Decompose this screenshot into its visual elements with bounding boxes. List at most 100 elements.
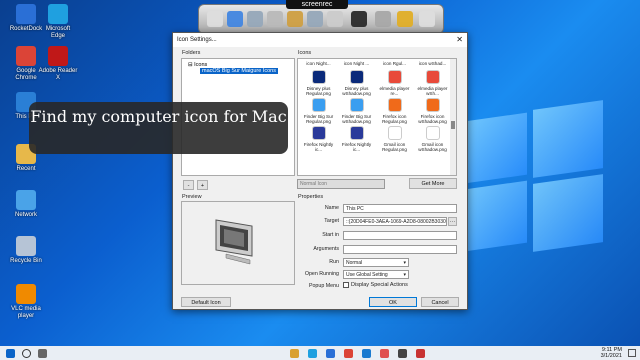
add-folder-button[interactable]: + <box>197 180 208 190</box>
arguments-label: Arguments <box>313 246 339 252</box>
user-icon[interactable] <box>375 11 391 27</box>
get-more-button[interactable]: Get More <box>409 178 457 189</box>
icon-file-label: Firefox Nightly ic... <box>341 142 372 153</box>
run-select[interactable]: Normal ▾ <box>343 258 409 267</box>
scrollbar-thumb[interactable] <box>451 121 455 129</box>
arguments-input[interactable] <box>343 245 457 254</box>
app-icon-thumbnail <box>349 98 364 112</box>
desktop-icon-label: Recent <box>16 166 36 172</box>
default-icon-button[interactable]: Default Icon <box>181 297 231 307</box>
file-explorer-icon[interactable] <box>290 349 299 358</box>
folder-icon[interactable] <box>287 11 303 27</box>
icon-file-label: icon wShad... <box>418 61 447 66</box>
desktop-icon[interactable]: Recycle Bin <box>6 236 46 265</box>
app-icon[interactable] <box>416 349 425 358</box>
icon-file-label: icon Rgul... <box>383 61 406 66</box>
app-icon-thumbnail <box>387 70 402 84</box>
app-icon-thumbnail <box>349 126 364 140</box>
open-running-select[interactable]: Use Global Setting ▾ <box>343 270 409 279</box>
name-label: Name <box>324 205 339 211</box>
ok-button[interactable]: OK <box>369 297 417 307</box>
folder-icon[interactable] <box>267 11 283 27</box>
icon-list-item[interactable]: icon Night ... <box>338 61 375 66</box>
icon-list-item[interactable]: Finder Big Sur Regular.png <box>300 97 337 125</box>
app-icon[interactable] <box>380 349 389 358</box>
icon-list-item[interactable]: Disney plus wShadow.png <box>338 69 375 97</box>
taskbar: 9:11 PM 3/1/2021 <box>0 346 640 360</box>
app-icon-thumbnail <box>387 126 402 140</box>
desktop-icon[interactable]: Network <box>6 190 46 219</box>
app-icon-thumbnail <box>425 98 440 112</box>
tree-selected-item[interactable]: macOS Big Sur Maigure Icons <box>200 68 278 74</box>
notifications-icon[interactable] <box>628 349 636 357</box>
icon-file-label: Finder Big Sur Regular.png <box>303 114 334 125</box>
icon-list-item[interactable]: Disney plus Regular.png <box>300 69 337 97</box>
globe-icon[interactable] <box>227 11 243 27</box>
desktop-icon-label: Network <box>14 212 37 218</box>
chrome-icon[interactable] <box>344 349 353 358</box>
folder-icon[interactable] <box>247 11 263 27</box>
icon-list-item[interactable]: Firefox icon wShadow.png <box>414 97 451 125</box>
screenrec-logo: screenrec <box>286 0 348 9</box>
icon-file-label: Firefox icon wShadow.png <box>418 114 447 125</box>
desktop-app-icon <box>16 284 36 304</box>
icons-scrollbar[interactable] <box>450 59 456 175</box>
store-icon[interactable] <box>326 349 335 358</box>
icon-list-item[interactable]: Finder Big Sur wShadow.png <box>338 97 375 125</box>
app-icon-thumbnail <box>311 98 326 112</box>
settings-icon[interactable] <box>327 11 343 27</box>
desktop-icon[interactable]: Adobe Reader X <box>38 46 78 82</box>
edge-icon[interactable] <box>308 349 317 358</box>
icon-list-item[interactable]: elmedia player wSh... <box>414 69 451 97</box>
icon-list-item[interactable]: Firefox Nightly ic... <box>300 125 337 153</box>
dialog-titlebar[interactable]: Icon Settings... ✕ <box>173 33 467 47</box>
display-special-actions-label: Display Special Actions <box>351 282 408 288</box>
remove-folder-button[interactable]: - <box>183 180 194 190</box>
start-windows-icon[interactable] <box>6 349 15 358</box>
folder-icon[interactable] <box>307 11 323 27</box>
tools-icon[interactable] <box>397 11 413 27</box>
desktop-icon-label: Adobe Reader X <box>38 68 78 81</box>
browse-target-button[interactable]: … <box>448 217 457 226</box>
display-special-actions-checkbox[interactable] <box>343 282 349 288</box>
preview-label: Preview <box>182 194 202 200</box>
icon-list-item[interactable]: icon Rgul... <box>376 61 413 66</box>
name-input[interactable]: This PC <box>343 204 457 213</box>
dock-app-icon[interactable] <box>207 11 223 27</box>
cancel-button[interactable]: Cancel <box>421 297 459 307</box>
app-icon-thumbnail <box>425 70 440 84</box>
icon-list-item[interactable]: Firefox icon Regular.png <box>376 97 413 125</box>
desktop-app-icon <box>16 46 36 66</box>
open-running-label: Open Running <box>304 271 339 277</box>
video-caption: Find my computer icon for Mac <box>29 102 288 154</box>
taskbar-clock[interactable]: 9:11 PM 3/1/2021 <box>601 347 622 359</box>
folders-label: Folders <box>182 50 201 56</box>
recycle-bin-icon[interactable] <box>419 11 435 27</box>
windows-logo-wallpaper <box>455 95 605 255</box>
icon-list-item[interactable]: elmedia player re... <box>376 69 413 97</box>
icon-file-label: icon Night ... <box>343 61 370 66</box>
this-pc-preview-icon <box>215 219 253 265</box>
search-icon[interactable] <box>22 349 31 358</box>
icon-file-label: Firefox icon Regular.png <box>382 114 407 125</box>
icon-list-item[interactable]: Firefox Nightly ic... <box>338 125 375 153</box>
icon-file-label: elmedia player wSh... <box>417 86 448 97</box>
icon-list-item[interactable]: Gmail icon Regular.png <box>376 125 413 153</box>
icon-file-label: Gmail icon wShadow.png <box>418 142 447 153</box>
icon-file-label: Finder Big Sur wShadow.png <box>341 114 372 125</box>
icon-list-item[interactable]: icon Night... <box>300 61 337 66</box>
desktop-icon[interactable]: VLC media player <box>6 284 46 320</box>
startin-input[interactable] <box>343 231 457 240</box>
close-icon[interactable]: ✕ <box>456 33 463 47</box>
normal-icon-field[interactable]: Normal Icon <box>297 179 385 189</box>
task-view-icon[interactable] <box>38 349 47 358</box>
target-input[interactable]: ::{20D04FE0-3AEA-1069-A2D8-08002B30309D} <box>343 217 447 226</box>
shirt-icon[interactable] <box>351 11 367 27</box>
icons-list[interactable]: icon Night... icon Night ... icon Rgul... i… <box>297 58 457 176</box>
icon-list-item[interactable]: Gmail icon wShadow.png <box>414 125 451 153</box>
mail-icon[interactable] <box>362 349 371 358</box>
icon-list-item[interactable]: icon wShad... <box>414 61 451 66</box>
desktop-icon[interactable]: Microsoft Edge <box>38 4 78 40</box>
icon-file-label: icon Night... <box>306 61 331 66</box>
app-icon[interactable] <box>398 349 407 358</box>
